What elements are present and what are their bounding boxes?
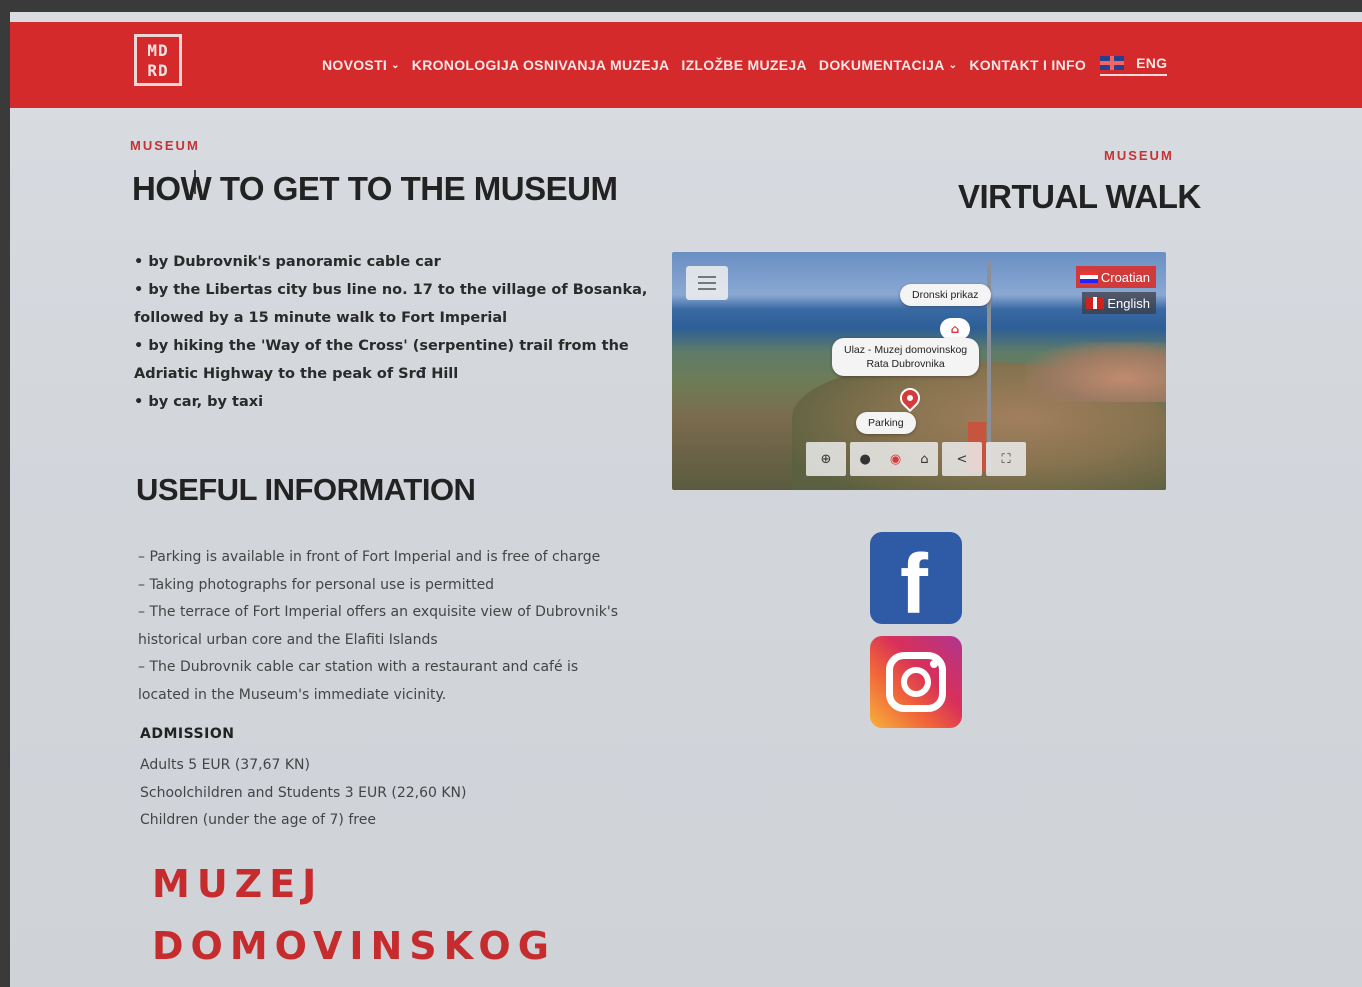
virtual-walk-eyebrow: MUSEUM [1104,148,1174,163]
hamburger-icon [698,276,716,278]
nav-item-dokumentacija[interactable]: DOKUMENTACIJA ⌄ [819,57,957,73]
brand-text-line1: MUZEJ [152,862,324,906]
tour-lang-english[interactable]: English [1082,292,1156,314]
nav-item-izlozbe[interactable]: IZLOŽBE MUZEJA [681,57,807,73]
list-item: Schoolchildren and Students 3 EUR (22,60… [140,784,467,801]
chevron-down-icon: ⌄ [948,59,958,71]
useful-info-list: – Parking is available in front of Fort … [138,544,618,709]
admission-title: ADMISSION [140,726,235,742]
list-item: followed by a 15 minute walk to Fort Imp… [134,310,508,326]
instagram-link[interactable] [870,636,962,728]
location-icon: ● [859,451,871,467]
croatia-flag-icon [1079,271,1098,283]
brand-text-line2: DOMOVINSKOG [152,924,556,968]
cable-car-icon[interactable]: ⌂ [940,318,970,340]
hotspot-parking[interactable]: Parking [856,412,916,434]
facebook-link[interactable]: f [870,532,962,631]
language-switcher[interactable]: ENG [1100,54,1168,76]
list-item: located in the Museum's immediate vicini… [138,686,447,703]
hotspot-entrance[interactable]: Ulaz - Muzej domovinskog Rata Dubrovnika [832,338,980,376]
list-item: • by Dubrovnik's panoramic cable car [134,254,441,270]
list-item: Adriatic Highway to the peak of Srđ Hill [134,366,459,382]
how-to-list: • by Dubrovnik's panoramic cable car • b… [134,248,647,416]
screen: MD RD NOVOSTI ⌄ KRONOLOGIJA OSNIVANJA MUZ… [10,12,1362,987]
instagram-dot [930,660,938,668]
list-item: historical urban core and the Elafiti Is… [138,631,438,648]
nav-item-kontakt[interactable]: KONTAKT I INFO [969,57,1086,73]
main-nav: NOVOSTI ⌄ KRONOLOGIJA OSNIVANJA MUZEJA IZ… [322,22,1168,108]
uk-flag-icon [1100,55,1125,70]
instagram-lens [901,667,931,697]
list-item: – The Dubrovnik cable car station with a… [138,659,579,675]
nav-item-novosti[interactable]: NOVOSTI ⌄ [322,57,400,73]
list-item: Children (under the age of 7) free [140,812,376,828]
uk-flag-icon [1086,297,1105,309]
nav-item-kronologija[interactable]: KRONOLOGIJA OSNIVANJA MUZEJA [412,57,670,73]
hotspot-tools[interactable]: ● ◉ ⌂ [850,442,938,476]
list-item: – Taking photographs for personal use is… [138,576,495,593]
list-item: • by car, by taxi [134,394,264,410]
list-item: – The terrace of Fort Imperial offers an… [138,604,618,620]
how-to-title: HOW TO GET TO THE MUSEUM [132,170,618,207]
list-item: • by hiking the 'Way of the Cross' (serp… [134,338,629,354]
chevron-down-icon: ⌄ [391,59,400,71]
tour-menu-button[interactable] [686,266,728,300]
list-item: – Parking is available in front of Fort … [138,549,601,565]
map-pin-icon: ◉ [889,451,902,467]
facebook-icon: f [900,537,928,631]
share-icon[interactable]: < [942,442,982,476]
how-to-eyebrow: MUSEUM [130,138,200,153]
list-item: • by the Libertas city bus line no. 17 t… [134,282,648,298]
virtual-walk-title: VIRTUAL WALK [958,178,1201,215]
list-item: Adults 5 EUR (37,67 KN) [140,757,310,773]
admission-list: Adults 5 EUR (37,67 KN) Schoolchildren a… [140,752,466,835]
useful-info-title: USEFUL INFORMATION [136,472,476,507]
tour-toolbar: ⊕ ● ◉ ⌂ < ⛶ [806,442,1026,476]
top-navbar: MD RD NOVOSTI ⌄ KRONOLOGIJA OSNIVANJA MUZ… [10,22,1362,108]
fullscreen-icon[interactable]: ⛶ [986,442,1026,476]
hotspot-drone[interactable]: Dronski prikaz [900,284,991,306]
language-label: ENG [1136,54,1168,71]
panorama-town [1026,342,1166,402]
globe-icon[interactable]: ⊕ [806,442,846,476]
virtual-tour-viewer[interactable]: Croatian English Dronski prikaz ⌂ Ulaz -… [672,252,1166,490]
tour-lang-croatian[interactable]: Croatian [1075,266,1156,288]
site-logo[interactable]: MD RD [134,34,182,86]
cable-car-icon: ⌂ [920,451,929,467]
